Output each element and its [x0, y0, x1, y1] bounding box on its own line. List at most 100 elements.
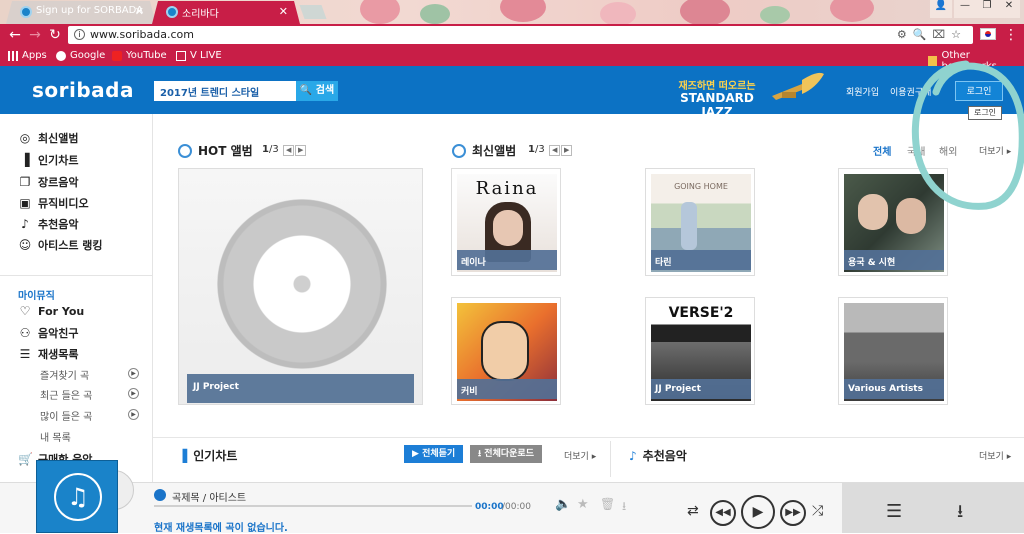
signup-link[interactable]: 회원가입 [846, 85, 879, 98]
previous-track-button[interactable]: ◀◀ [710, 500, 736, 526]
player-album-thumb[interactable]: ♫ [36, 460, 118, 533]
forward-arrow-icon[interactable]: → [26, 26, 44, 44]
reload-icon[interactable]: ↻ [46, 26, 64, 44]
sidebar-item-music-friends[interactable]: ⚇ 음악친구 [18, 325, 79, 341]
bar-chart-icon: ▐ [20, 153, 30, 167]
play-button[interactable]: ▶ [741, 495, 775, 529]
jazz-banner-title[interactable]: STANDARD JAZZ [672, 91, 762, 119]
download-tray-icon[interactable]: ⭳ [957, 499, 963, 529]
hot-album-card[interactable]: JJ Project [178, 168, 423, 405]
prev-page-button[interactable]: ◀ [549, 145, 561, 156]
search-input[interactable]: 2017년 트렌디 스타일 [154, 81, 296, 101]
close-window-icon[interactable]: ✕ [998, 0, 1020, 18]
play-all-icon[interactable]: ▶ [128, 409, 139, 420]
recommend-more-link[interactable]: 더보기 ▸ [979, 449, 1011, 462]
bookmark-apps[interactable]: Apps [8, 50, 47, 61]
search-button[interactable]: 🔍 검색 [296, 81, 338, 101]
time-total: /00:00 [502, 502, 531, 512]
sidebar-sub-favorites[interactable]: 즐겨찾기 곡 [40, 367, 89, 382]
browser-menu-icon[interactable]: ⋮ [1004, 27, 1018, 43]
download-all-button[interactable]: ⭳ 전체다운로드 [470, 445, 542, 463]
maximize-icon[interactable]: ❐ [976, 0, 998, 18]
bookmark-youtube[interactable]: YouTube [112, 50, 167, 61]
sidebar-item-latest-albums[interactable]: ◎ 최신앨범 [18, 130, 79, 146]
listen-all-button[interactable]: ▶ 전체듣기 [404, 445, 464, 463]
music-note-icon: ♪ [629, 448, 637, 463]
sidebar: ◎ 최신앨범 ▐ 인기차트 ❐ 장르음악 ▣ 뮤직비디오 ♪ 추천음악 ☺ 아티… [0, 114, 153, 484]
new-tab-button[interactable] [299, 5, 327, 19]
play-all-icon[interactable]: ▶ [128, 388, 139, 399]
album-card[interactable]: GOING HOME 타린 [645, 168, 755, 276]
extension-icons[interactable]: ⚙🔍⌧☆ [897, 28, 967, 41]
tab-soribada[interactable]: 소리바다 ✕ [152, 1, 300, 24]
music-note-icon: ♫ [54, 473, 102, 521]
info-icon[interactable]: i [74, 29, 85, 40]
album-artist: Various Artists [844, 379, 944, 399]
latest-albums-title: 최신앨범 [452, 142, 516, 159]
close-tab-icon[interactable]: ✕ [135, 5, 144, 18]
empty-playlist-message: 현재 재생목록에 곡이 없습니다. [154, 523, 288, 534]
wallpaper-flower [360, 0, 400, 24]
popular-chart-title: ▐ 인기차트 [178, 448, 238, 464]
track-title: 곡제목 / 아티스트 [172, 493, 247, 504]
soribada-logo[interactable]: soribada [32, 78, 134, 102]
trash-icon[interactable]: 🗑 [600, 497, 615, 511]
tab-signup[interactable]: Sign up for SORBADA ✕ [6, 1, 156, 24]
url-input[interactable]: i www.soribada.com ⚙🔍⌧☆ [68, 26, 973, 44]
next-page-button[interactable]: ▶ [561, 145, 573, 156]
wallpaper-flower [680, 0, 730, 24]
wallpaper-flower [600, 2, 636, 24]
playlist-icon[interactable]: ☰ [886, 501, 902, 522]
bookmark-google[interactable]: Google [56, 50, 105, 61]
close-tab-icon[interactable]: ✕ [279, 5, 288, 18]
shuffle-icon[interactable]: ⤮ [812, 503, 823, 519]
next-page-button[interactable]: ▶ [295, 145, 307, 156]
profile-icon[interactable]: 👤 [930, 0, 952, 18]
refresh-disc-icon [452, 143, 466, 158]
refresh-disc-icon [178, 143, 192, 158]
latest-pager: 1/3 ◀ ▶ [528, 144, 573, 156]
repeat-icon[interactable]: ⇄ [687, 503, 699, 519]
vlive-icon [176, 50, 186, 61]
next-track-button[interactable]: ▶▶ [780, 500, 806, 526]
sidebar-item-recommend[interactable]: ♪ 추천음악 [18, 216, 78, 232]
search-icon: 🔍 [299, 85, 313, 96]
sidebar-item-music-video[interactable]: ▣ 뮤직비디오 [18, 195, 88, 211]
trumpet-icon [772, 72, 824, 100]
jazz-banner-subtitle[interactable]: 재즈하면 떠오르는 [672, 77, 762, 92]
album-card[interactable]: VERSE'2 JJ Project [645, 297, 755, 405]
sidebar-item-genre[interactable]: ❐ 장르음악 [18, 174, 79, 190]
minimize-icon[interactable]: — [954, 0, 976, 18]
album-artist: 타린 [651, 250, 751, 270]
sidebar-sub-most-played[interactable]: 많이 들은 곡 [40, 408, 92, 423]
download-icon[interactable]: ⭳ [622, 497, 626, 518]
sidebar-sub-my-list[interactable]: 내 목록 [40, 429, 71, 444]
bookmark-vlive[interactable]: V LIVE [176, 50, 222, 61]
filter-all[interactable]: 전체 [873, 143, 891, 158]
back-arrow-icon[interactable]: ← [6, 26, 24, 44]
album-card[interactable]: Various Artists [838, 297, 948, 405]
play-box-icon: ▣ [19, 196, 31, 210]
wallpaper-leaf [760, 6, 790, 24]
album-artist: 커비 [457, 379, 557, 399]
sidebar-item-for-you[interactable]: ♡ For You [18, 304, 85, 318]
prev-page-button[interactable]: ◀ [283, 145, 295, 156]
album-card[interactable]: 커비 [451, 297, 561, 405]
progress-bar[interactable] [154, 505, 472, 507]
sidebar-item-artist-ranking[interactable]: ☺ 아티스트 랭킹 [18, 237, 103, 253]
chart-more-link[interactable]: 더보기 ▸ [564, 449, 596, 462]
sidebar-item-popular-chart[interactable]: ▐ 인기차트 [18, 152, 78, 168]
album-artist: 용국 & 시현 [844, 250, 944, 270]
star-icon[interactable]: ★ [577, 497, 589, 512]
sidebar-sub-recent[interactable]: 최근 들은 곡 [40, 387, 92, 402]
album-card[interactable]: Raina 레이나 [451, 168, 561, 276]
volume-icon[interactable]: 🔈 [555, 497, 571, 512]
person-icon: ⚇ [19, 326, 31, 340]
time-current: 00:00 [475, 502, 504, 512]
google-icon [56, 50, 66, 61]
sidebar-item-playlist[interactable]: ☰ 재생목록 [18, 346, 79, 362]
annotation-circle [911, 60, 1024, 210]
korea-flag-extension-icon[interactable] [980, 28, 996, 40]
recommend-title: ♪ 추천음악 [629, 448, 687, 464]
play-all-icon[interactable]: ▶ [128, 368, 139, 379]
